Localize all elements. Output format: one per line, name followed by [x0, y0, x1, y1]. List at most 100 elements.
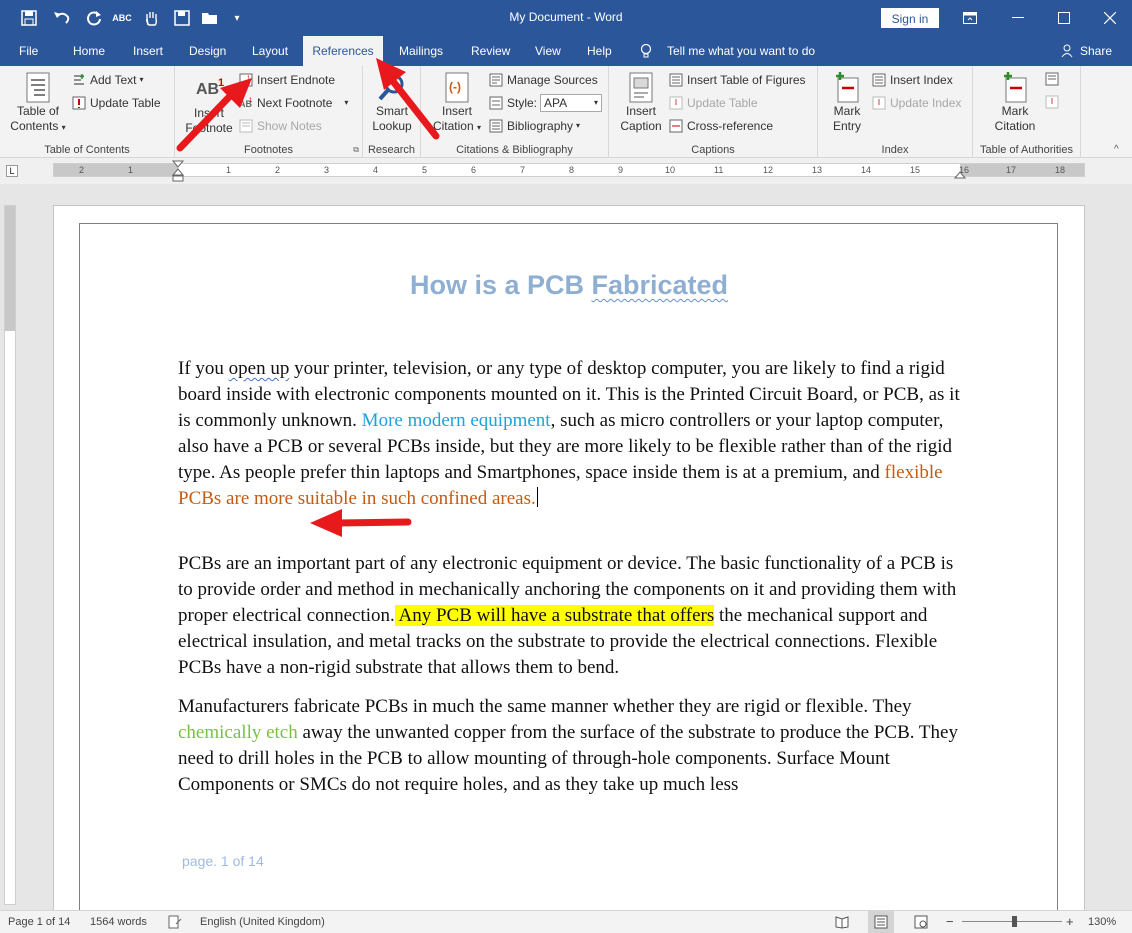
- bibliography-button[interactable]: Bibliography ▾: [489, 116, 580, 136]
- paragraph-1[interactable]: If you open up your printer, television,…: [178, 356, 968, 512]
- proofing-icon[interactable]: [168, 911, 182, 933]
- word-count[interactable]: 1564 words: [90, 911, 147, 933]
- ruler-number: 17: [1006, 165, 1017, 175]
- group-table-of-authorities: Mark Citation Table of Authorities: [973, 66, 1081, 158]
- insert-caption-button[interactable]: Insert Caption: [615, 72, 667, 134]
- update-index-icon: [872, 96, 886, 110]
- paragraph-2[interactable]: PCBs are an important part of any electr…: [178, 551, 968, 681]
- insert-index-button[interactable]: Insert Index: [872, 70, 953, 90]
- collapse-ribbon-icon[interactable]: ^: [1114, 144, 1119, 155]
- first-line-indent-marker-icon[interactable]: [171, 160, 185, 185]
- status-bar: Page 1 of 14 1564 words English (United …: [0, 910, 1132, 933]
- citation-style: Style: APA ▾: [489, 93, 603, 113]
- horizontal-ruler[interactable]: 2 1 1 2 3 4 5 6 7 8 9 10 11 12 13 14 15 …: [53, 163, 1085, 177]
- insert-table-of-figures-button[interactable]: Insert Table of Figures: [669, 70, 806, 90]
- sign-in-button[interactable]: Sign in: [881, 8, 939, 28]
- insert-endnote-button[interactable]: 1 Insert Endnote: [239, 70, 335, 90]
- vertical-ruler[interactable]: [4, 205, 16, 905]
- ruler-left-margin: [54, 164, 178, 176]
- ruler-bar: L 2 1 1 2 3 4 5 6 7 8 9 10 11 12 13 14 1…: [0, 158, 1132, 184]
- svg-text:(-): (-): [449, 80, 461, 94]
- ruler-number: 6: [471, 165, 477, 175]
- update-table-figures-icon: [669, 96, 683, 110]
- ruler-number: 12: [763, 165, 774, 175]
- zoom-out-button[interactable]: −: [946, 911, 954, 933]
- ribbon: Table of Contents ▾ Add Text ▾ Update Ta…: [0, 66, 1132, 158]
- show-notes-button[interactable]: Show Notes: [239, 116, 322, 136]
- insert-citation-icon: (-): [442, 72, 472, 103]
- ruler-number: 1: [226, 165, 232, 175]
- page-footer: page. 1 of 14: [182, 853, 264, 869]
- manage-sources-button[interactable]: Manage Sources: [489, 70, 598, 90]
- ribbon-display-options-icon[interactable]: [958, 6, 982, 30]
- language[interactable]: English (United Kingdom): [200, 911, 325, 933]
- ruler-number: 14: [861, 165, 872, 175]
- read-mode-icon[interactable]: [835, 911, 849, 933]
- zoom-level[interactable]: 130%: [1088, 911, 1116, 933]
- tab-layout[interactable]: Layout: [246, 36, 294, 66]
- update-table-figures-button[interactable]: Update Table: [669, 93, 758, 113]
- ruler-number: 13: [812, 165, 823, 175]
- right-indent-marker-icon[interactable]: [953, 168, 967, 182]
- ruler-number: 2: [79, 165, 85, 175]
- green-text: chemically etch: [178, 722, 298, 743]
- mark-entry-icon: [832, 72, 862, 103]
- insert-citation-button[interactable]: (-) Insert Citation ▾: [427, 72, 487, 135]
- web-layout-icon[interactable]: [914, 911, 928, 933]
- tab-design[interactable]: Design: [183, 36, 232, 66]
- cross-reference-icon: [669, 119, 683, 133]
- tab-help[interactable]: Help: [581, 36, 618, 66]
- highlighted-text: Any PCB will have a substrate that offer…: [394, 605, 715, 626]
- minimize-icon[interactable]: [1006, 6, 1030, 30]
- zoom-slider[interactable]: [962, 911, 1062, 933]
- footnotes-dialog-launcher-icon[interactable]: ⧉: [353, 145, 359, 155]
- cross-reference-button[interactable]: Cross-reference: [669, 116, 773, 136]
- document-canvas[interactable]: How is a PCB Fabricated If you open up y…: [22, 184, 1132, 910]
- title-bar: ABC ▾ My Document - Word Sign in: [0, 0, 1132, 36]
- insert-footnote-button[interactable]: AB 1 Insert Footnote: [183, 74, 235, 136]
- manage-sources-icon: [489, 73, 503, 87]
- table-of-figures-icon: [669, 73, 683, 87]
- insert-caption-icon: [626, 72, 656, 103]
- ruler-number: 5: [422, 165, 428, 175]
- bibliography-icon: [489, 119, 503, 133]
- mark-citation-button[interactable]: Mark Citation: [983, 72, 1047, 134]
- close-icon[interactable]: [1098, 6, 1122, 30]
- update-table-of-authorities-icon[interactable]: [1045, 95, 1059, 112]
- add-text-button[interactable]: Add Text ▾: [72, 70, 144, 90]
- style-dropdown[interactable]: APA ▾: [540, 94, 603, 112]
- tab-selector-icon[interactable]: L: [6, 165, 18, 177]
- update-index-button[interactable]: Update Index: [872, 93, 961, 113]
- ruler-right-margin: [960, 164, 1084, 176]
- tab-review[interactable]: Review: [465, 36, 516, 66]
- tab-view[interactable]: View: [529, 36, 567, 66]
- tab-file[interactable]: File: [13, 36, 44, 66]
- update-table-button[interactable]: Update Table: [72, 93, 161, 113]
- insert-table-of-authorities-icon[interactable]: [1045, 72, 1059, 89]
- share-button[interactable]: Share: [1080, 36, 1112, 66]
- tell-me-search[interactable]: Tell me what you want to do: [667, 36, 815, 66]
- insert-footnote-icon: AB 1: [196, 77, 225, 98]
- mark-entry-button[interactable]: Mark Entry: [824, 72, 870, 134]
- document-page[interactable]: How is a PCB Fabricated If you open up y…: [53, 205, 1085, 910]
- chevron-down-icon: ▾: [594, 98, 599, 107]
- tab-home[interactable]: Home: [67, 36, 111, 66]
- maximize-icon[interactable]: [1052, 6, 1076, 30]
- page-count[interactable]: Page 1 of 14: [8, 911, 70, 933]
- smart-lookup-icon: [377, 72, 407, 102]
- ruler-number: 1: [128, 165, 134, 175]
- document-heading[interactable]: How is a PCB Fabricated: [54, 270, 1084, 301]
- next-footnote-button[interactable]: AB 1 Next Footnote ▾: [239, 93, 348, 113]
- zoom-in-button[interactable]: +: [1066, 911, 1074, 933]
- vertical-scrollbar[interactable]: [1118, 184, 1132, 910]
- tab-references[interactable]: References: [303, 36, 383, 66]
- smart-lookup-button[interactable]: Smart Lookup: [366, 72, 418, 134]
- ruler-number: 10: [665, 165, 676, 175]
- ribbon-tabs: File Home Insert Design Layout Reference…: [0, 36, 1132, 66]
- paragraph-3[interactable]: Manufacturers fabricate PCBs in much the…: [178, 694, 968, 798]
- ruler-number: 9: [618, 165, 624, 175]
- print-layout-icon[interactable]: [868, 911, 894, 933]
- tab-insert[interactable]: Insert: [127, 36, 169, 66]
- tab-mailings[interactable]: Mailings: [393, 36, 449, 66]
- table-of-contents-button[interactable]: Table of Contents ▾: [8, 72, 68, 135]
